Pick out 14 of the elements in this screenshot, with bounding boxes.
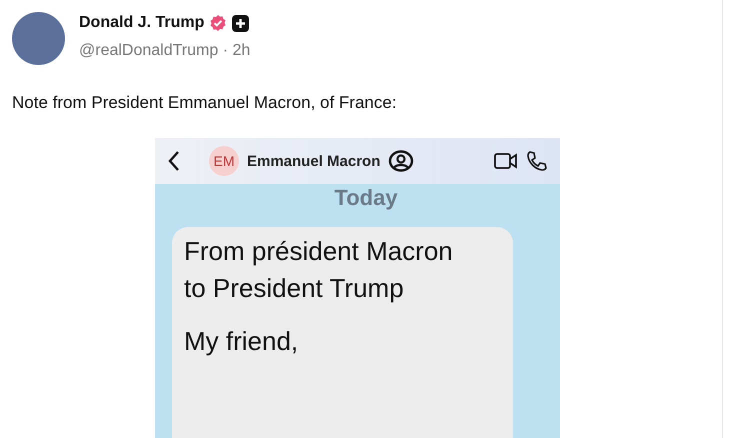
plus-icon <box>232 14 250 32</box>
post-text: Note from President Emmanuel Macron, of France: <box>12 93 398 113</box>
date-divider: Today <box>334 185 398 211</box>
phone-icon[interactable] <box>526 150 548 172</box>
author-handle[interactable]: @realDonaldTrump <box>79 42 218 59</box>
author-name[interactable]: Donald J. Trump <box>79 14 204 32</box>
back-chevron-icon <box>167 150 181 172</box>
contact-avatar: EM <box>209 146 239 176</box>
video-camera-icon[interactable] <box>494 152 518 170</box>
person-icon <box>388 150 414 172</box>
message-text: From président Macron to President Trump <box>184 235 454 305</box>
contact-name: Emmanuel Macron <box>247 152 380 170</box>
post-time: · 2h <box>222 42 250 59</box>
message-text: My friend, <box>184 325 300 358</box>
